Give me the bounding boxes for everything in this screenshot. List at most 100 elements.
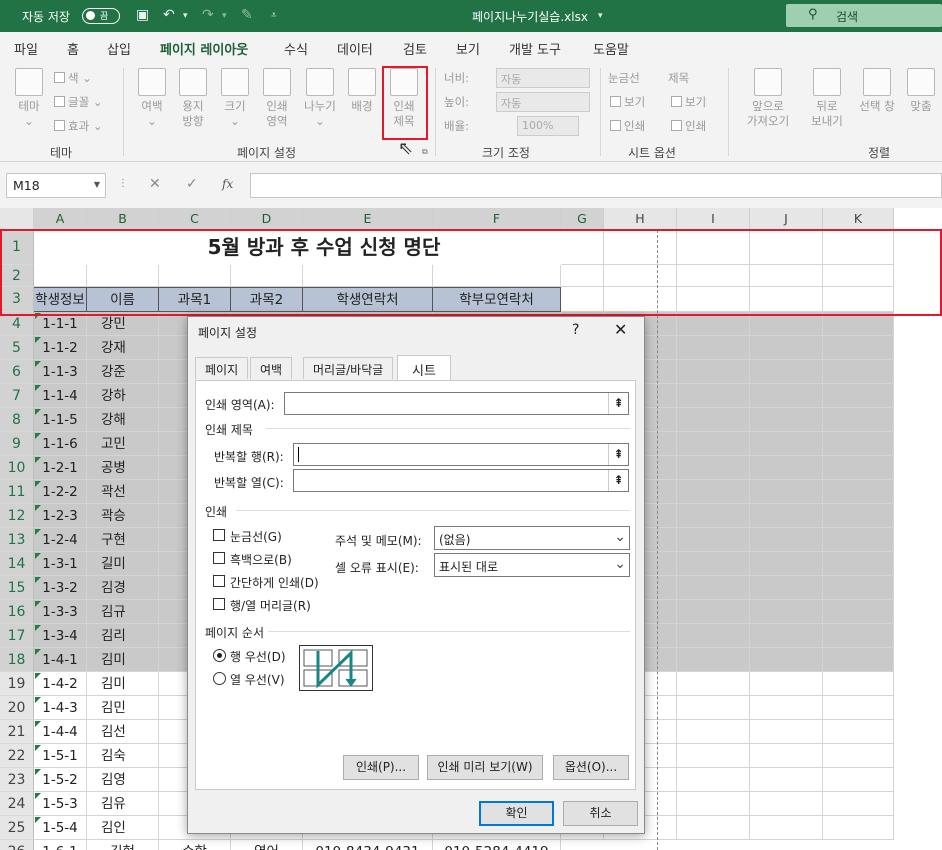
- cell[interactable]: [750, 768, 823, 792]
- cell[interactable]: [823, 480, 894, 504]
- cell[interactable]: [750, 792, 823, 816]
- cell[interactable]: [823, 456, 894, 480]
- cell[interactable]: [823, 624, 894, 648]
- cell[interactable]: [823, 552, 894, 576]
- cell[interactable]: [677, 528, 750, 552]
- cell[interactable]: [677, 456, 750, 480]
- scale-height-combo[interactable]: 자동: [496, 92, 590, 112]
- cell[interactable]: [823, 744, 894, 768]
- name-cell[interactable]: 공병: [87, 456, 159, 480]
- bring-forward-button[interactable]: 앞으로 가져오기: [738, 68, 798, 129]
- column-header-b[interactable]: B: [87, 208, 159, 230]
- cell[interactable]: [750, 648, 823, 672]
- comments-select[interactable]: (없음) ⌄: [434, 526, 630, 550]
- cell[interactable]: 영어: [231, 840, 303, 850]
- cell[interactable]: [823, 576, 894, 600]
- cell[interactable]: 010-8434-9431: [303, 840, 433, 850]
- cell[interactable]: [823, 768, 894, 792]
- down-then-over-radio[interactable]: [213, 649, 226, 662]
- student-id-cell[interactable]: 1-3-2: [34, 576, 87, 600]
- cell[interactable]: [750, 600, 823, 624]
- row-header[interactable]: 18: [0, 648, 34, 672]
- tab-header-footer[interactable]: 머리글/바닥글: [303, 357, 394, 379]
- scale-width-combo[interactable]: 자동: [496, 68, 590, 88]
- cell[interactable]: [823, 792, 894, 816]
- headings-print-checkbox[interactable]: 인쇄: [671, 118, 706, 134]
- student-id-cell[interactable]: 1-4-1: [34, 648, 87, 672]
- insert-function-icon[interactable]: fx: [222, 177, 233, 191]
- tab-view[interactable]: 보기: [456, 39, 480, 58]
- size-button[interactable]: 크기 ⌄: [218, 68, 252, 129]
- cell[interactable]: [677, 768, 750, 792]
- rows-to-repeat-input[interactable]: ⇞: [293, 443, 629, 466]
- cell[interactable]: [823, 696, 894, 720]
- print-button[interactable]: 인쇄(P)...: [343, 755, 419, 780]
- cell[interactable]: [677, 360, 750, 384]
- row-header[interactable]: 11: [0, 480, 34, 504]
- redo-dropdown-icon[interactable]: ▾: [222, 11, 227, 21]
- black-and-white-checkbox[interactable]: [213, 552, 225, 564]
- name-cell[interactable]: 곽승: [87, 504, 159, 528]
- student-id-cell[interactable]: 1-3-3: [34, 600, 87, 624]
- tab-formulas[interactable]: 수식: [284, 39, 308, 58]
- print-area-input[interactable]: ⇞: [284, 392, 629, 415]
- row-header[interactable]: 14: [0, 552, 34, 576]
- cell[interactable]: 1-6-1: [34, 840, 87, 850]
- brush-icon[interactable]: ✎: [241, 7, 253, 23]
- background-button[interactable]: 배경: [344, 68, 380, 114]
- name-cell[interactable]: 강재: [87, 336, 159, 360]
- name-cell[interactable]: 강해: [87, 408, 159, 432]
- column-header-d[interactable]: D: [231, 208, 303, 230]
- cell-errors-select[interactable]: 표시된 대로 ⌄: [434, 553, 630, 577]
- help-button[interactable]: ?: [572, 322, 579, 338]
- row-header[interactable]: 24: [0, 792, 34, 816]
- tab-margins[interactable]: 여백: [250, 357, 293, 379]
- tab-data[interactable]: 데이터: [337, 39, 373, 58]
- student-id-cell[interactable]: 1-4-2: [34, 672, 87, 696]
- cell[interactable]: [750, 504, 823, 528]
- cell[interactable]: [677, 336, 750, 360]
- cell[interactable]: [823, 504, 894, 528]
- row-header[interactable]: 17: [0, 624, 34, 648]
- student-id-cell[interactable]: 1-2-3: [34, 504, 87, 528]
- name-cell[interactable]: 김규: [87, 600, 159, 624]
- cell[interactable]: [823, 384, 894, 408]
- cell[interactable]: [750, 576, 823, 600]
- breaks-button[interactable]: 나누기 ⌄: [300, 68, 340, 129]
- cancel-button[interactable]: 취소: [563, 801, 638, 826]
- cell[interactable]: [677, 504, 750, 528]
- cell[interactable]: [750, 432, 823, 456]
- cell[interactable]: [823, 408, 894, 432]
- row-header[interactable]: 20: [0, 696, 34, 720]
- collapse-dialog-icon[interactable]: ⇞: [608, 444, 628, 465]
- scale-percent-input[interactable]: 100%: [517, 116, 579, 136]
- margins-button[interactable]: 여백 ⌄: [136, 68, 168, 129]
- student-id-cell[interactable]: 1-5-2: [34, 768, 87, 792]
- student-id-cell[interactable]: 1-1-3: [34, 360, 87, 384]
- cell[interactable]: [750, 624, 823, 648]
- gridlines-checkbox[interactable]: [213, 529, 225, 541]
- column-header-j[interactable]: J: [750, 208, 823, 230]
- search-box[interactable]: ⚲ 검색: [786, 4, 942, 27]
- cell[interactable]: [823, 672, 894, 696]
- cell[interactable]: [677, 432, 750, 456]
- name-cell[interactable]: 김숙: [87, 744, 159, 768]
- collapse-dialog-icon[interactable]: ⇞: [608, 470, 628, 491]
- row-header[interactable]: 22: [0, 744, 34, 768]
- row-header[interactable]: 16: [0, 600, 34, 624]
- row-header[interactable]: 12: [0, 504, 34, 528]
- cell[interactable]: [677, 648, 750, 672]
- cell[interactable]: [823, 600, 894, 624]
- cell[interactable]: [677, 408, 750, 432]
- save-icon[interactable]: ▣: [136, 7, 149, 23]
- redo-icon[interactable]: ↷: [202, 7, 214, 23]
- name-cell[interactable]: 곽선: [87, 480, 159, 504]
- cell[interactable]: [823, 360, 894, 384]
- column-header-k[interactable]: K: [823, 208, 894, 230]
- draft-quality-checkbox[interactable]: [213, 575, 225, 587]
- cell[interactable]: [677, 552, 750, 576]
- name-cell[interactable]: 김미: [87, 648, 159, 672]
- column-header-c[interactable]: C: [159, 208, 231, 230]
- row-header[interactable]: 13: [0, 528, 34, 552]
- student-id-cell[interactable]: 1-3-4: [34, 624, 87, 648]
